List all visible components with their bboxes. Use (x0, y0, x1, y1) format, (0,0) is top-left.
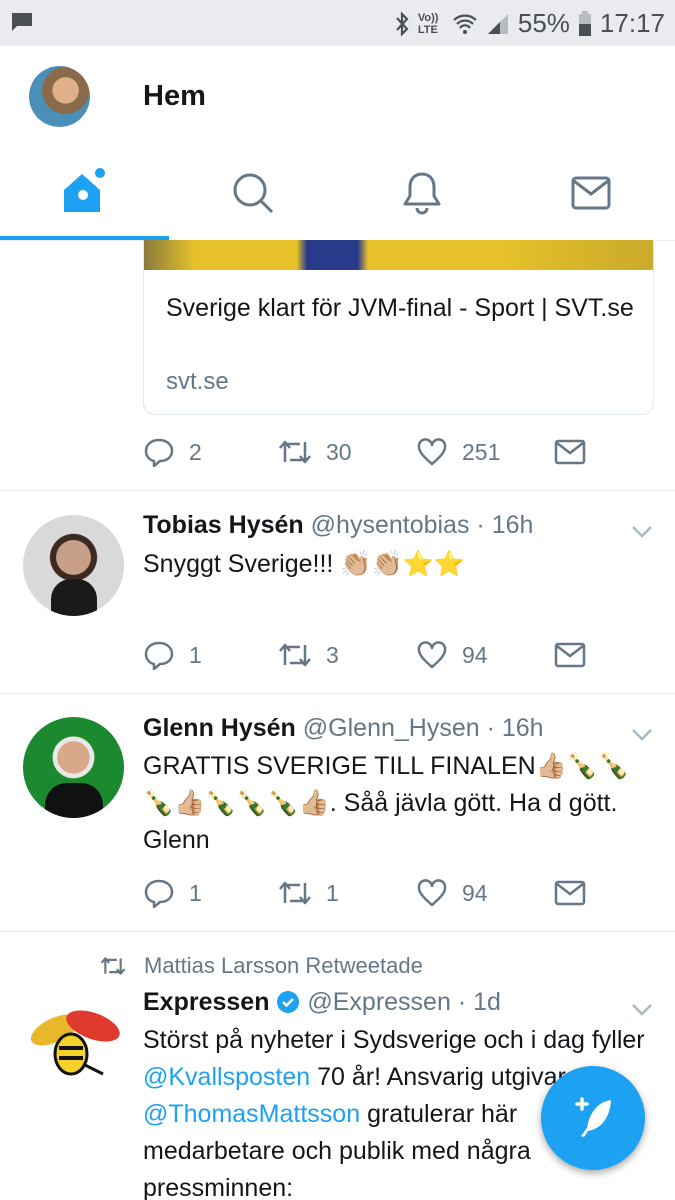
message-icon (12, 13, 32, 31)
bluetooth-icon (396, 10, 409, 37)
mention-link[interactable]: @Kvallsposten (143, 1063, 310, 1091)
tweet-divider (0, 931, 675, 932)
author-handle[interactable]: @Expressen (307, 988, 451, 1016)
link-card-title: Sverige klart för JVM-final - Sport | SV… (166, 294, 634, 322)
author-handle[interactable]: @Glenn_Hysen (303, 714, 480, 742)
like-button[interactable]: 94 (416, 878, 554, 908)
signal-icon (487, 13, 508, 34)
like-button[interactable]: 251 (416, 437, 554, 467)
tab-search[interactable] (169, 145, 338, 240)
retweet-button[interactable]: 3 (278, 641, 416, 669)
like-count: 94 (462, 879, 488, 906)
tweet-divider (0, 693, 675, 694)
tweet-text-part: Störst på nyheter i Sydsverige och i dag… (143, 1026, 645, 1054)
retweet-icon (279, 881, 311, 905)
lte-label: Vo)) LTE (417, 11, 439, 36)
mail-icon (554, 880, 586, 906)
tab-home[interactable] (0, 145, 169, 240)
link-card-domain: svt.se (166, 368, 229, 395)
retweet-context[interactable]: Mattias Larsson Retweetade (100, 953, 423, 979)
like-button[interactable]: 94 (416, 640, 554, 670)
profile-avatar[interactable] (29, 66, 90, 127)
compose-tweet-button[interactable] (541, 1066, 645, 1170)
battery-percent: 55% (517, 8, 570, 38)
reply-count: 1 (189, 641, 202, 668)
author-handle[interactable]: @hysentobias (311, 511, 470, 539)
link-card-image (144, 240, 653, 270)
tab-notifications[interactable] (338, 145, 507, 240)
tweet-text: Snyggt Sverige!!! 👏🏼👏🏼⭐⭐ (143, 550, 465, 578)
share-button[interactable] (554, 439, 586, 465)
tweet-text-part: 70 år! Ansvarig utgivare (310, 1063, 580, 1091)
retweet-icon (100, 957, 126, 975)
heart-icon (417, 641, 447, 669)
share-button[interactable] (554, 642, 586, 668)
reply-count: 2 (189, 438, 202, 465)
like-count: 251 (462, 438, 501, 465)
tweet-divider (0, 490, 675, 491)
chevron-down-icon[interactable] (631, 525, 653, 539)
verified-icon (277, 991, 300, 1013)
status-icons: Vo)) LTE 55% 17:17 (394, 8, 665, 39)
page-title: Hem (143, 80, 206, 112)
compose-quill-icon (575, 1097, 611, 1137)
mail-icon (554, 642, 586, 668)
like-count: 94 (462, 641, 488, 668)
search-icon (233, 173, 274, 213)
avatar[interactable] (23, 515, 124, 616)
tweet-actions: 1 3 94 (143, 640, 586, 670)
reply-button[interactable]: 1 (143, 878, 278, 908)
chevron-down-icon[interactable] (631, 1003, 653, 1017)
reply-icon (144, 641, 174, 670)
retweet-button[interactable]: 1 (278, 879, 416, 907)
bell-icon (403, 172, 441, 214)
mail-icon (571, 176, 611, 209)
retweet-icon (279, 440, 311, 464)
retweet-button[interactable]: 30 (278, 438, 416, 466)
tweet-actions: 1 1 94 (143, 878, 586, 908)
tab-bar (0, 145, 675, 240)
retweet-icon (279, 643, 311, 667)
tweet-header: Glenn Hysén @Glenn_Hysen · 16h (143, 714, 544, 743)
wifi-icon (453, 14, 477, 34)
share-button[interactable] (554, 880, 586, 906)
retweet-context-label: Mattias Larsson Retweetade (144, 953, 423, 978)
tweet-header: Expressen @Expressen · 1d (143, 988, 501, 1017)
link-card[interactable]: Sverige klart för JVM-final - Sport | SV… (143, 240, 654, 415)
avatar[interactable] (23, 717, 124, 818)
retweet-count: 1 (326, 879, 339, 906)
author-name[interactable]: Tobias Hysén (143, 511, 304, 539)
reply-icon (144, 438, 174, 467)
tweet-time: · 16h (486, 714, 544, 742)
mail-icon (554, 439, 586, 465)
tweet-time: · 1d (457, 988, 501, 1016)
chevron-down-icon[interactable] (631, 728, 653, 742)
reply-icon (144, 879, 174, 908)
clock: 17:17 (599, 8, 665, 38)
avatar[interactable] (23, 992, 124, 1093)
tweet-text: GRATTIS SVERIGE TILL FINALEN👍🏼🍾🍾🍾👍🏼🍾🍾🍾👍🏼… (143, 752, 630, 854)
timeline: Sverige klart för JVM-final - Sport | SV… (0, 240, 675, 1200)
reply-button[interactable]: 2 (143, 437, 278, 467)
reply-count: 1 (189, 879, 202, 906)
battery-icon (578, 10, 591, 36)
reply-button[interactable]: 1 (143, 640, 278, 670)
heart-icon (417, 438, 447, 466)
tweet-time: · 16h (476, 511, 534, 539)
home-icon (64, 167, 106, 212)
tweet-actions: 2 30 251 (143, 437, 586, 467)
heart-icon (417, 879, 447, 907)
retweet-count: 3 (326, 641, 339, 668)
author-name[interactable]: Glenn Hysén (143, 714, 296, 742)
author-name[interactable]: Expressen (143, 988, 269, 1016)
status-bar: Vo)) LTE 55% 17:17 (0, 0, 675, 46)
retweet-count: 30 (326, 438, 352, 465)
mention-link[interactable]: @ThomasMattsson (143, 1100, 360, 1128)
tab-messages[interactable] (506, 145, 675, 240)
tweet-header: Tobias Hysén @hysentobias · 16h (143, 511, 533, 540)
